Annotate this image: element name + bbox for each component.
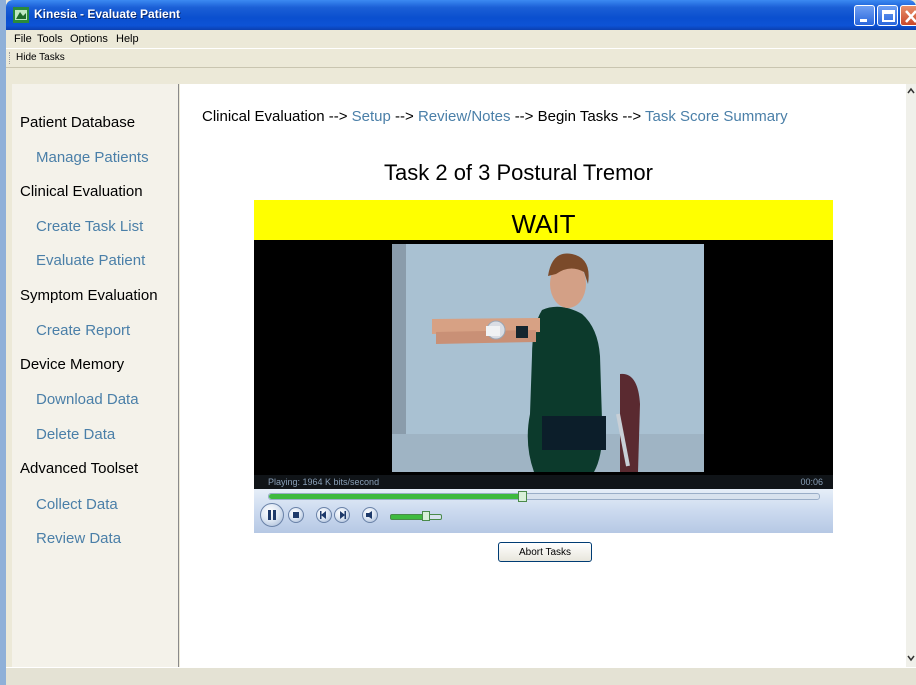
sidebar-item-collect-data[interactable]: Collect Data — [36, 496, 118, 513]
menu-bar: File Tools Options Help — [6, 30, 916, 48]
window-title: Kinesia - Evaluate Patient — [34, 7, 181, 21]
vertical-scrollbar[interactable] — [906, 84, 916, 667]
sidebar-item-evaluate-patient[interactable]: Evaluate Patient — [36, 252, 145, 269]
breadcrumb-separator: --> — [514, 108, 534, 125]
toolbar: Hide Tasks — [6, 48, 916, 68]
sidebar-item-create-task-list[interactable]: Create Task List — [36, 218, 143, 235]
sidebar-header-device-memory: Device Memory — [20, 356, 125, 373]
wait-text: WAIT — [511, 209, 576, 239]
stop-button[interactable] — [288, 507, 304, 523]
breadcrumb-step-task-score-summary[interactable]: Task Score Summary — [645, 108, 788, 125]
abort-tasks-button[interactable]: Abort Tasks — [498, 542, 592, 562]
breadcrumb-step-setup[interactable]: Setup — [352, 108, 391, 125]
menu-help[interactable]: Help — [116, 33, 139, 45]
scroll-down-icon[interactable] — [906, 653, 916, 663]
menu-file[interactable]: File — [14, 33, 32, 45]
pause-button[interactable] — [260, 503, 284, 527]
close-button[interactable] — [900, 5, 916, 26]
status-strip — [6, 667, 916, 685]
player-status-bar: Playing: 1964 K bits/second 00:06 — [254, 475, 833, 489]
wait-banner: WAIT — [254, 200, 833, 240]
content-area: Patient Database Manage Patients Clinica… — [6, 84, 916, 667]
next-button[interactable] — [334, 507, 350, 523]
sidebar-item-manage-patients[interactable]: Manage Patients — [36, 149, 149, 166]
seek-bar-thumb[interactable] — [518, 491, 527, 502]
player-controls — [254, 489, 833, 533]
video-frame — [392, 244, 704, 472]
sidebar-item-review-data[interactable]: Review Data — [36, 530, 121, 547]
hide-tasks-button[interactable]: Hide Tasks — [16, 52, 65, 63]
sidebar-header-advanced-toolset: Advanced Toolset — [20, 460, 139, 477]
sidebar-item-create-report[interactable]: Create Report — [36, 322, 130, 339]
sidebar-header-clinical-evaluation: Clinical Evaluation — [20, 183, 143, 200]
breadcrumb-step-review-notes[interactable]: Review/Notes — [418, 108, 511, 125]
player-time: 00:06 — [800, 477, 823, 487]
seek-bar-fill — [269, 494, 522, 499]
volume-icon[interactable] — [362, 507, 378, 523]
toolbar-grip[interactable] — [9, 52, 12, 64]
title-bar[interactable]: Kinesia - Evaluate Patient — [6, 0, 916, 30]
sidebar-item-delete-data[interactable]: Delete Data — [36, 426, 115, 443]
main-panel: Clinical Evaluation --> Setup --> Review… — [180, 84, 906, 667]
volume-slider-thumb[interactable] — [422, 511, 430, 521]
sidebar-header-patient-database: Patient Database — [20, 114, 136, 131]
menu-options[interactable]: Options — [70, 33, 108, 45]
seek-bar[interactable] — [268, 491, 820, 502]
menu-tools[interactable]: Tools — [37, 33, 63, 45]
task-title: Task 2 of 3 Postural Tremor — [384, 160, 653, 185]
previous-button[interactable] — [316, 507, 332, 523]
breadcrumb-step-begin-tasks: Begin Tasks — [537, 108, 619, 125]
breadcrumb: Clinical Evaluation --> Setup --> Review… — [202, 108, 788, 125]
volume-slider[interactable] — [390, 511, 442, 521]
task-sidebar: Patient Database Manage Patients Clinica… — [12, 84, 179, 667]
app-icon — [13, 7, 29, 23]
video-player[interactable] — [254, 240, 833, 488]
player-status-text: Playing: 1964 K bits/second — [268, 477, 380, 487]
breadcrumb-step-clinical-evaluation: Clinical Evaluation — [202, 108, 325, 125]
breadcrumb-separator: --> — [622, 108, 642, 125]
sidebar-header-symptom-evaluation: Symptom Evaluation — [20, 287, 158, 304]
scroll-up-icon[interactable] — [906, 86, 916, 96]
sidebar-item-download-data[interactable]: Download Data — [36, 391, 139, 408]
app-window: Kinesia - Evaluate Patient File Tools Op… — [6, 0, 916, 685]
breadcrumb-separator: --> — [395, 108, 414, 125]
maximize-button[interactable] — [877, 5, 898, 26]
breadcrumb-separator: --> — [328, 108, 348, 125]
minimize-button[interactable] — [854, 5, 875, 26]
